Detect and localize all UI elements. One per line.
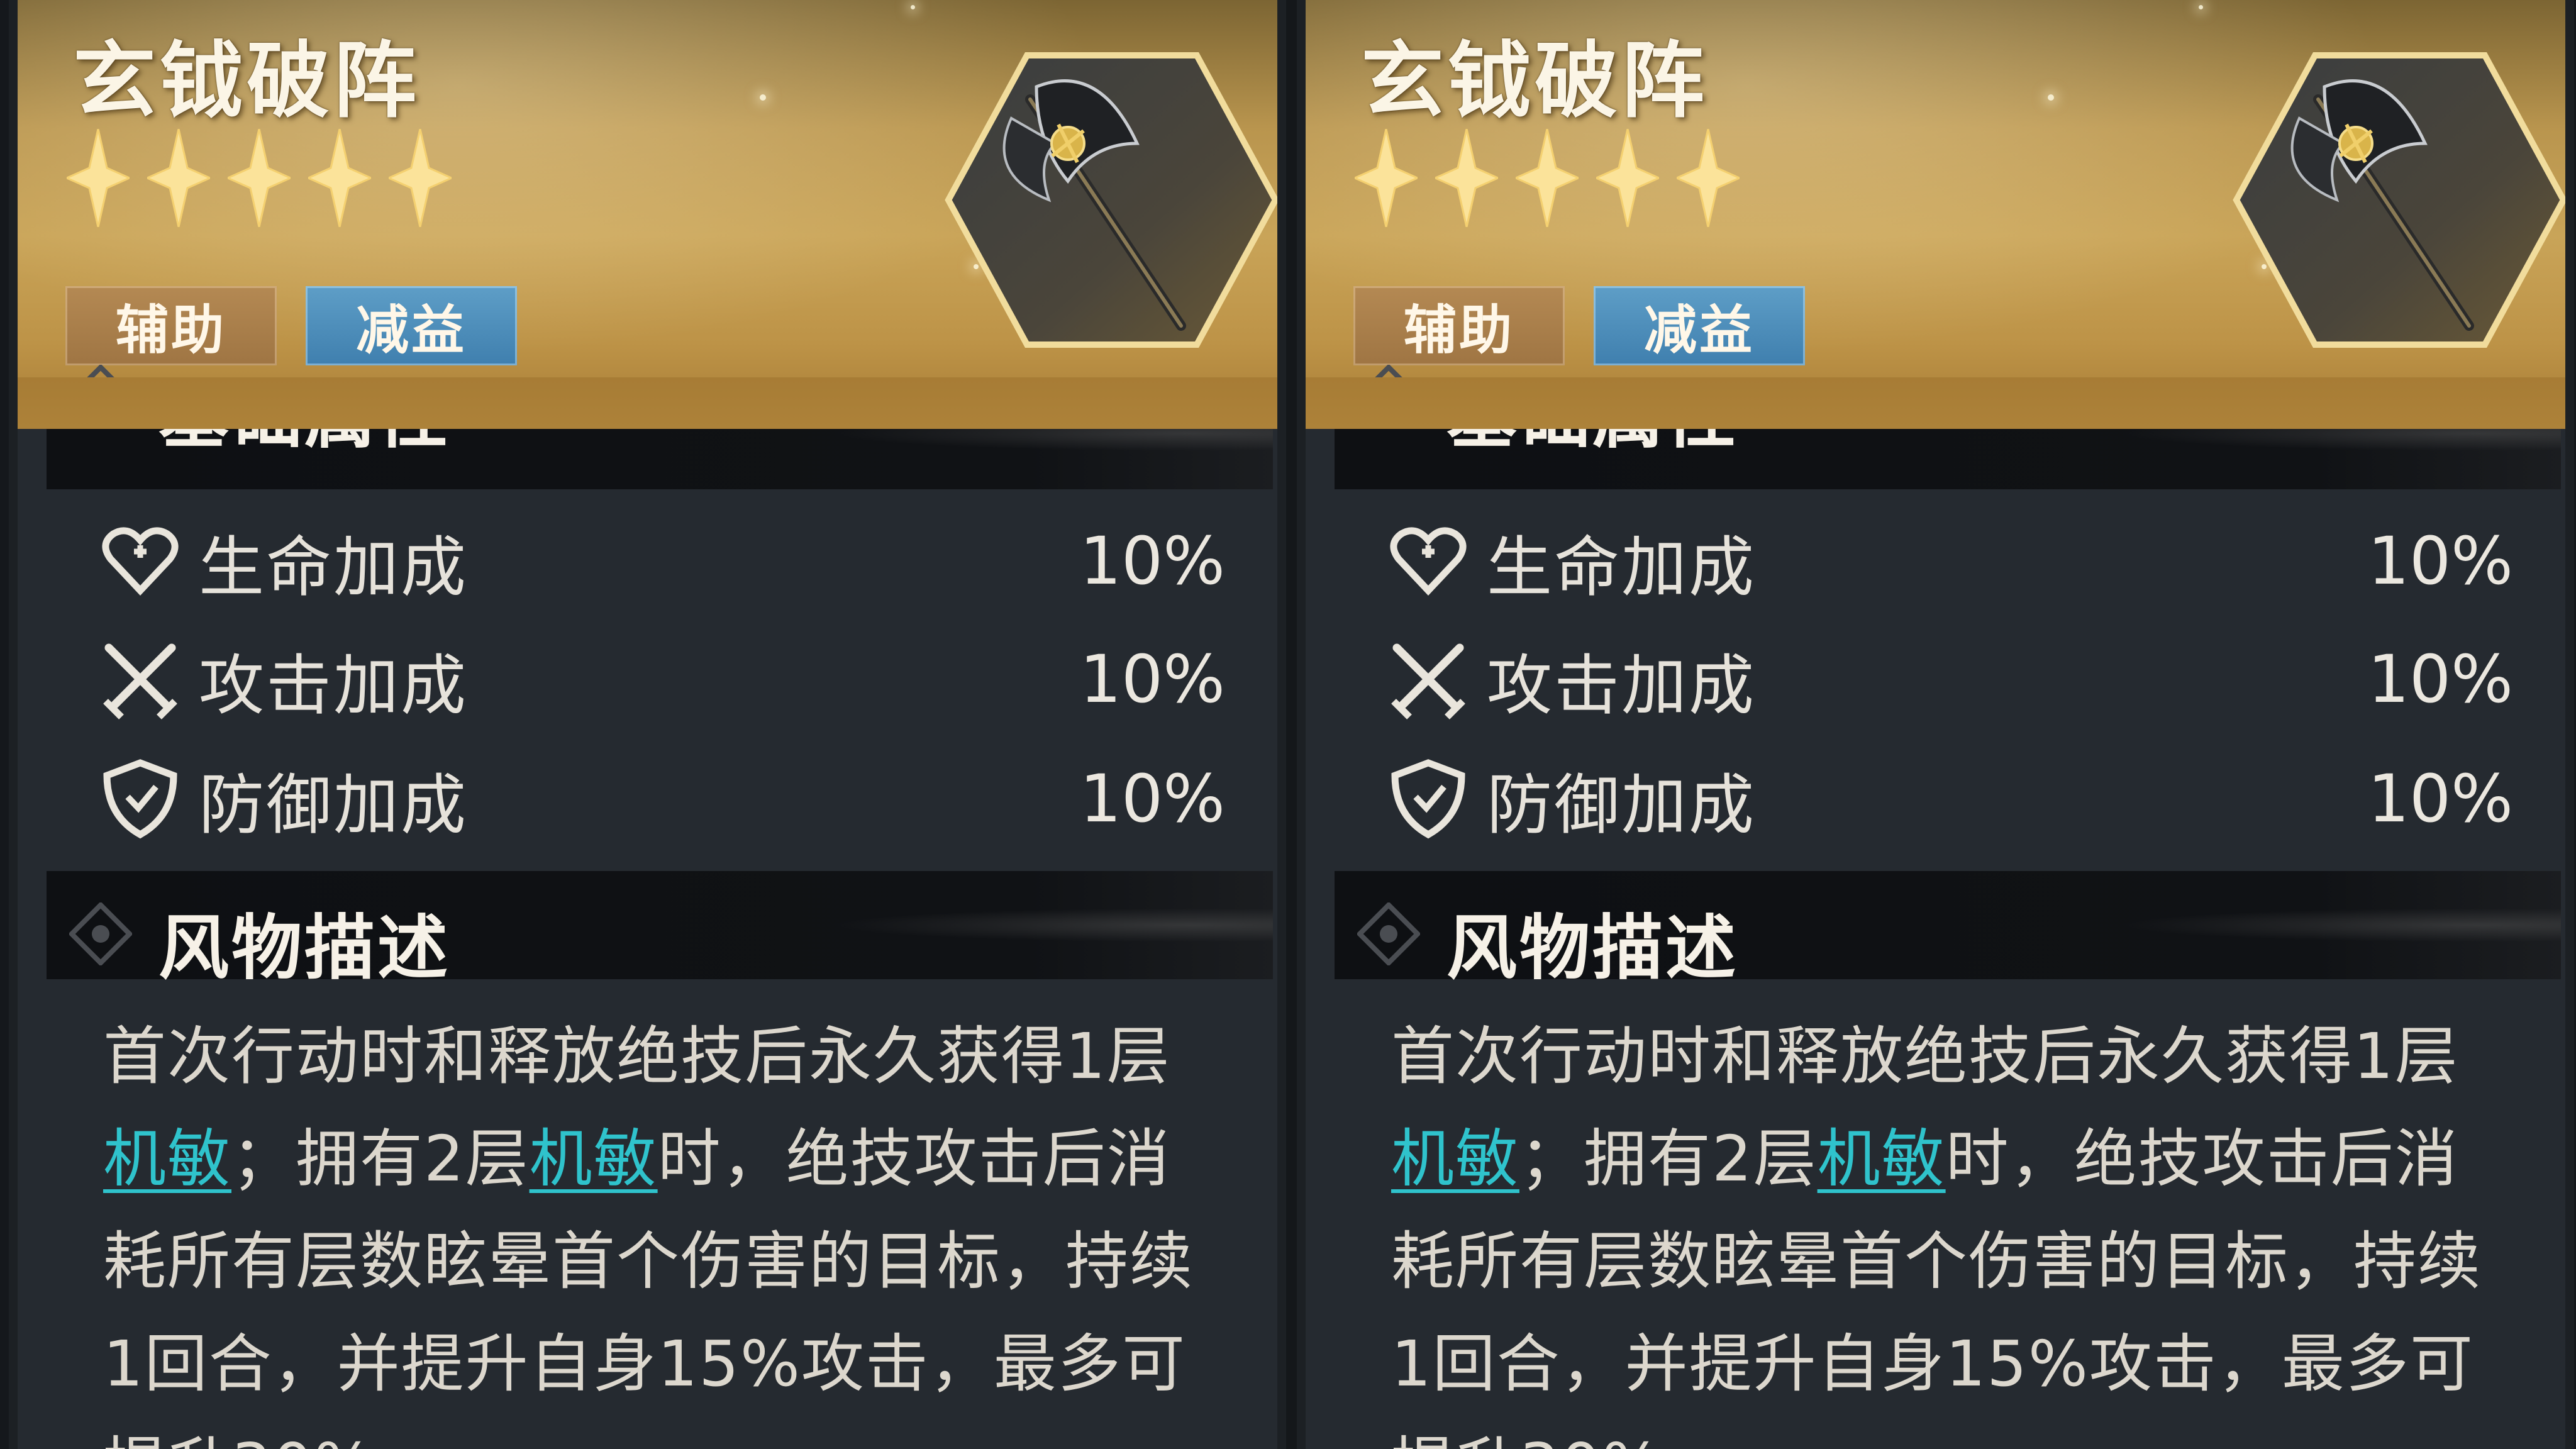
stat-value: 10% xyxy=(2367,523,2513,599)
star-icon xyxy=(228,129,291,227)
keyword-link[interactable]: 机敏 xyxy=(1391,1122,1519,1196)
star-icon xyxy=(147,129,210,227)
star-icon xyxy=(1435,129,1498,227)
tag-support: 辅助 xyxy=(65,286,277,365)
rarity-stars xyxy=(67,129,452,227)
crossed-swords-icon xyxy=(1391,643,1465,719)
diamond-icon xyxy=(69,902,132,965)
rarity-stars xyxy=(1355,129,1740,227)
stat-value: 10% xyxy=(1079,760,1225,837)
axe-weapon-icon xyxy=(2233,52,2565,348)
crossed-swords-icon xyxy=(103,643,177,719)
desc-text-part: 首次行动时和释放绝技后永久获得1层 xyxy=(103,1019,1171,1093)
desc-text-part: ；拥有2层 xyxy=(1519,1122,1818,1196)
stat-row-attack: 攻击加成 10% xyxy=(1387,632,2513,726)
star-icon xyxy=(1596,129,1659,227)
stat-value: 10% xyxy=(1079,641,1225,718)
item-card-right: 玄钺破阵 辅助 减益 生命加成 10% 攻击加成 10% 防御加成 10% 风物… xyxy=(1297,0,2574,1449)
item-description: 首次行动时和释放绝技后永久获得1层 机敏；拥有2层机敏时，绝技攻击后消耗所有层数眩… xyxy=(1391,1005,2517,1449)
stat-label: 攻击加成 xyxy=(1487,647,1757,724)
stat-label: 生命加成 xyxy=(199,528,469,606)
stat-value: 10% xyxy=(2367,760,2513,837)
item-card-left: 玄钺破阵 辅助 减益 生命加成 10% 攻击加成 10% 防御加成 10% 风物… xyxy=(9,0,1286,1449)
star-icon xyxy=(67,129,130,227)
keyword-link[interactable]: 机敏 xyxy=(530,1122,658,1196)
item-description: 首次行动时和释放绝技后永久获得1层 机敏；拥有2层机敏时，绝技攻击后消耗所有层数眩… xyxy=(103,1005,1229,1449)
stat-label: 防御加成 xyxy=(1487,766,1757,843)
desc-text-part: 首次行动时和释放绝技后永久获得1层 xyxy=(1391,1019,2459,1093)
stat-label: 防御加成 xyxy=(199,766,469,843)
item-tags: 辅助 减益 xyxy=(1353,286,1805,365)
stat-value: 10% xyxy=(1079,523,1225,599)
diamond-icon xyxy=(1357,902,1420,965)
stat-row-hp: 生命加成 10% xyxy=(99,514,1225,608)
item-name: 玄钺破阵 xyxy=(73,32,420,130)
star-icon xyxy=(1516,129,1579,227)
axe-weapon-icon xyxy=(945,52,1277,348)
stat-row-defense: 防御加成 10% xyxy=(1387,752,2513,846)
panel-divider xyxy=(1286,0,1297,1449)
item-tags: 辅助 减益 xyxy=(65,286,517,365)
stat-label: 攻击加成 xyxy=(199,647,469,724)
stat-row-attack: 攻击加成 10% xyxy=(99,632,1225,726)
keyword-link[interactable]: 机敏 xyxy=(1818,1122,1946,1196)
section-header-description: 风物描述 xyxy=(47,871,1273,989)
tag-debuff: 减益 xyxy=(306,286,517,365)
section-title-description: 风物描述 xyxy=(1446,907,1738,989)
star-icon xyxy=(1355,129,1418,227)
star-icon xyxy=(1677,129,1740,227)
shield-icon xyxy=(103,759,177,839)
stat-value: 10% xyxy=(2367,641,2513,718)
star-icon xyxy=(308,129,371,227)
stat-label: 生命加成 xyxy=(1487,528,1757,606)
heart-icon xyxy=(1390,527,1467,596)
stat-row-defense: 防御加成 10% xyxy=(99,752,1225,846)
shield-icon xyxy=(1391,759,1465,839)
tag-support: 辅助 xyxy=(1353,286,1565,365)
item-name: 玄钺破阵 xyxy=(1361,32,1708,130)
section-title-description: 风物描述 xyxy=(158,907,450,989)
section-header-description: 风物描述 xyxy=(1335,871,2561,989)
star-icon xyxy=(389,129,452,227)
stat-row-hp: 生命加成 10% xyxy=(1387,514,2513,608)
heart-icon xyxy=(102,527,179,596)
tag-debuff: 减益 xyxy=(1594,286,1805,365)
desc-text-part: ；拥有2层 xyxy=(231,1122,530,1196)
keyword-link[interactable]: 机敏 xyxy=(103,1122,231,1196)
